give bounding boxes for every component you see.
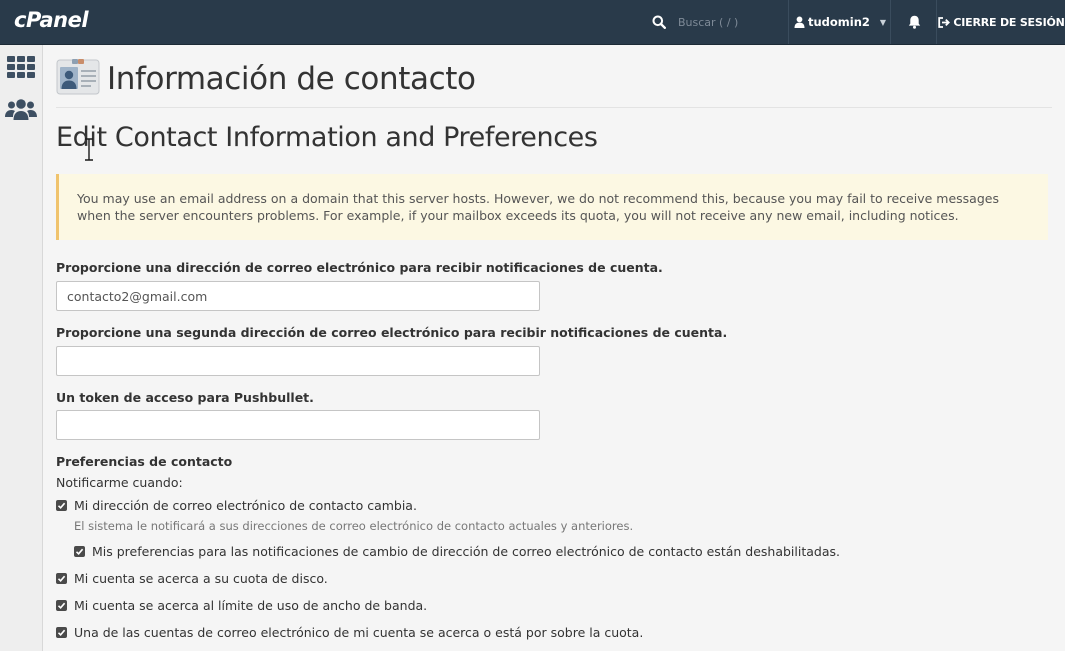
- search-box[interactable]: [640, 0, 780, 44]
- warning-alert: You may use an email address on a domain…: [56, 174, 1048, 240]
- secondary-email-input[interactable]: [56, 346, 540, 376]
- logout-button[interactable]: CIERRE DE SESIÓN: [936, 0, 1065, 44]
- pref-bandwidth-limit[interactable]: Mi cuenta se acerca al límite de uso de …: [56, 598, 427, 613]
- username-label: tudomin2: [807, 15, 870, 29]
- user-icon: [794, 16, 805, 28]
- checkbox-checked-icon[interactable]: [56, 573, 67, 584]
- search-icon[interactable]: [646, 15, 672, 29]
- checkbox-checked-icon[interactable]: [56, 600, 67, 611]
- pushbullet-token-label: Un token de acceso para Pushbullet.: [56, 390, 314, 405]
- logout-label: CIERRE DE SESIÓN: [953, 15, 1065, 29]
- cpanel-logo[interactable]: cPanel: [14, 8, 89, 32]
- chevron-down-icon: ▼: [879, 17, 887, 27]
- pref-disk-quota[interactable]: Mi cuenta se acerca a su cuota de disco.: [56, 571, 328, 586]
- top-navbar: cPanel tudomin2 ▼ CIERRE DE SESIÓN: [0, 0, 1065, 45]
- alert-text: You may use an email address on a domain…: [77, 191, 999, 223]
- help-text: El sistema le notificará a sus direccion…: [74, 519, 634, 533]
- pref-label: Mi cuenta se acerca al límite de uso de …: [74, 598, 428, 613]
- section-title: Edit Contact Information and Preferences: [56, 122, 598, 153]
- primary-email-label: Proporcione una dirección de correo elec…: [56, 260, 663, 275]
- pref-label: Mi dirección de correo electrónico de co…: [74, 498, 417, 513]
- search-input[interactable]: [678, 15, 778, 29]
- primary-email-input[interactable]: [56, 281, 540, 311]
- pref-email-change-disabled[interactable]: Mis preferencias para las notificaciones…: [74, 544, 840, 559]
- pref-label: Mis preferencias para las notificaciones…: [92, 544, 840, 559]
- pref-label: Una de las cuentas de correo electrónico…: [74, 625, 644, 640]
- contact-card-icon: [56, 59, 100, 99]
- logout-icon: [938, 16, 951, 28]
- page-title: Información de contacto: [107, 61, 476, 97]
- sidebar-item-home[interactable]: [5, 53, 37, 81]
- sidebar-item-users[interactable]: [5, 96, 37, 124]
- contact-preferences-title: Preferencias de contacto: [56, 454, 233, 469]
- page-header: Información de contacto: [56, 59, 1052, 108]
- pref-label: Mi cuenta se acerca a su cuota de disco.: [74, 571, 328, 586]
- secondary-email-label: Proporcione una segunda dirección de cor…: [56, 325, 728, 340]
- user-menu[interactable]: tudomin2 ▼: [788, 0, 891, 44]
- notify-label: Notificarme cuando:: [56, 475, 183, 490]
- text-cursor-icon: [83, 138, 95, 166]
- sidebar: [0, 45, 43, 651]
- checkbox-checked-icon[interactable]: [56, 500, 67, 511]
- pref-contact-email-change[interactable]: Mi dirección de correo electrónico de co…: [56, 498, 417, 513]
- grid-icon: [7, 56, 35, 78]
- notifications-button[interactable]: [890, 0, 937, 44]
- users-icon: [5, 98, 37, 122]
- bell-icon: [908, 15, 921, 29]
- pushbullet-token-input[interactable]: [56, 410, 540, 440]
- checkbox-checked-icon[interactable]: [74, 546, 85, 557]
- checkbox-checked-icon[interactable]: [56, 627, 67, 638]
- pref-email-account-quota[interactable]: Una de las cuentas de correo electrónico…: [56, 625, 643, 640]
